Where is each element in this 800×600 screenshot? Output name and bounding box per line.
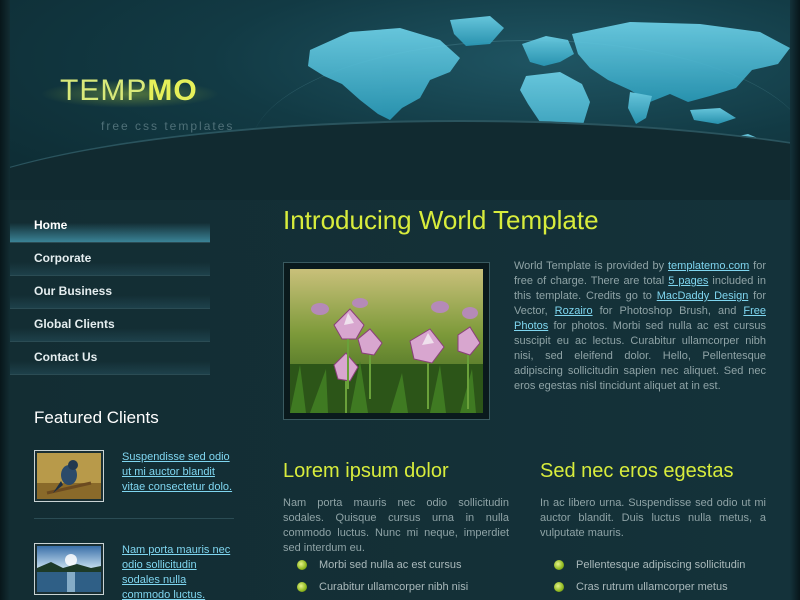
column-2-list: Pellentesque adipiscing sollicitudin Cra… <box>540 557 766 600</box>
site-tagline: free css templates <box>101 119 235 133</box>
featured-client-2: Nam porta mauris nec odio sollicitudin s… <box>34 543 234 600</box>
featured-client-1: Suspendisse sed odio ut mi auctor blandi… <box>34 450 234 510</box>
lake-photo-thumbnail[interactable] <box>34 543 104 595</box>
templatemo-link[interactable]: templatemo.com <box>668 260 749 272</box>
nav-item-contact-us[interactable]: Contact Us <box>10 342 210 375</box>
rozairo-link[interactable]: Rozairo <box>555 305 593 317</box>
list-item-label: Morbi sed nulla ac est cursus <box>319 559 462 571</box>
list-item-label: Curabitur ullamcorper nibh nisi <box>319 581 469 593</box>
list-item-label: Pellentesque adipiscing sollicitudin <box>576 559 746 571</box>
flowers-photo <box>290 269 483 413</box>
site-logo[interactable]: TEMPMO <box>60 74 198 108</box>
bird-photo-thumbnail[interactable] <box>34 450 104 502</box>
intro-text-1: World Template is provided by <box>514 260 668 272</box>
column-2-text: In ac libero urna. Suspendisse sed odio … <box>540 497 766 539</box>
sidebar-nav: Home Corporate Our Business Global Clien… <box>10 210 210 375</box>
list-item: Pellentesque adipiscing sollicitudin <box>540 557 766 579</box>
logo-text-part1: TEMP <box>60 74 148 107</box>
nav-item-corporate[interactable]: Corporate <box>10 243 210 276</box>
column-1-heading: Lorem ipsum dolor <box>283 460 449 482</box>
column-1-list: Morbi sed nulla ac est cursus Curabitur … <box>283 557 509 600</box>
five-pages-link[interactable]: 5 pages <box>668 275 708 287</box>
nav-item-global-clients[interactable]: Global Clients <box>10 309 210 342</box>
page: TEMPMO free css templates Home Corporate… <box>0 0 800 600</box>
list-item: Cras rutrum ullamcorper metus <box>540 579 766 600</box>
macdaddy-design-link[interactable]: MacDaddy Design <box>657 290 749 302</box>
list-item-label: Cras rutrum ullamcorper metus <box>576 581 728 593</box>
column-1-text: Nam porta mauris nec odio sollicitudin s… <box>283 497 509 554</box>
logo-text-part2: MO <box>147 74 198 107</box>
nav-item-our-business[interactable]: Our Business <box>10 276 210 309</box>
bullet-icon <box>297 582 307 592</box>
list-item: Curabitur ullamcorper nibh nisi <box>283 579 509 600</box>
main-heading: Introducing World Template <box>283 205 599 235</box>
intro-text-5: for Photoshop Brush, and <box>592 305 744 317</box>
featured-client-1-link[interactable]: Suspendisse sed odio ut mi auctor blandi… <box>122 450 237 495</box>
featured-client-2-link[interactable]: Nam porta mauris nec odio sollicitudin s… <box>122 543 237 600</box>
intro-paragraph: World Template is provided by templatemo… <box>514 259 766 394</box>
featured-client-divider <box>34 518 234 519</box>
intro-text-6: for photos. Morbi sed nulla ac est cursu… <box>514 320 766 392</box>
featured-clients-heading: Featured Clients <box>34 408 159 427</box>
bullet-icon <box>554 560 564 570</box>
nav-item-home[interactable]: Home <box>10 210 210 243</box>
bullet-icon <box>297 560 307 570</box>
list-item: Morbi sed nulla ac est cursus <box>283 557 509 579</box>
bird-photo <box>37 453 101 499</box>
bullet-icon <box>554 582 564 592</box>
featured-photo-frame <box>283 262 490 420</box>
lake-photo <box>37 546 101 592</box>
column-2-heading: Sed nec eros egestas <box>540 460 734 482</box>
